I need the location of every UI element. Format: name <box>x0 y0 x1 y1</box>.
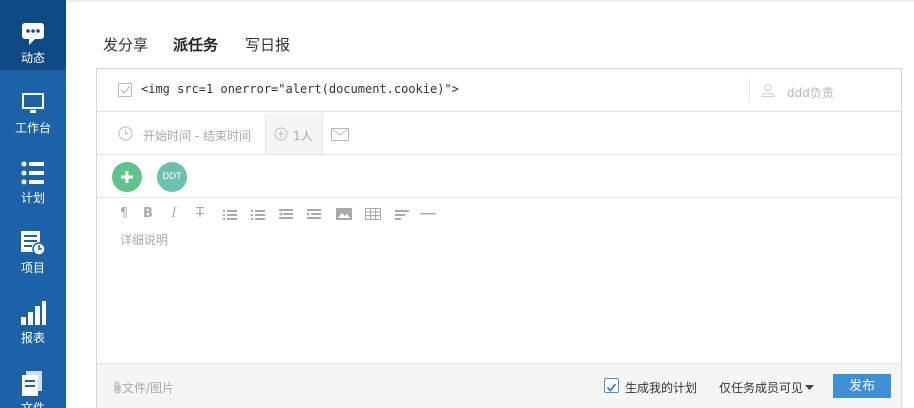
horizontal-rule-icon[interactable] <box>419 206 437 222</box>
mail-icon[interactable] <box>331 128 349 141</box>
chat-icon <box>22 23 44 45</box>
outdent-icon[interactable] <box>277 206 295 222</box>
file-icon <box>22 371 42 396</box>
sidebar-item-label: 计划 <box>20 191 45 205</box>
plus-circle-icon <box>274 127 288 141</box>
publish-button[interactable]: 发布 <box>833 374 891 398</box>
task-title-row: <img src=1 onerror="alert(document.cooki… <box>97 69 901 112</box>
monitor-icon <box>22 93 44 113</box>
sidebar-item-plan[interactable]: 计划 <box>0 140 66 210</box>
checkmark-icon <box>606 383 617 392</box>
tab-assign-task[interactable]: 派任务 <box>173 34 218 55</box>
description-input[interactable]: 详细说明 <box>120 231 168 248</box>
task-form: <img src=1 onerror="alert(document.cooki… <box>96 68 902 408</box>
sidebar-item-label: 工作台 <box>14 121 51 135</box>
time-range-field[interactable]: 开始时间 - 结束时间 <box>143 127 251 144</box>
task-meta-row: 开始时间 - 结束时间 1人 <box>97 113 901 155</box>
task-title-input[interactable]: <img src=1 onerror="alert(document.cooki… <box>141 82 459 96</box>
sidebar-item-report[interactable]: 报表 <box>0 280 66 350</box>
sidebar-item-project[interactable]: 项目 <box>0 210 66 280</box>
numbered-list-icon[interactable] <box>249 206 267 222</box>
participants-row: DDT <box>97 156 901 198</box>
sidebar-item-workbench[interactable]: 工作台 <box>0 70 66 140</box>
plus-icon <box>121 171 133 183</box>
italic-icon[interactable]: I <box>165 206 183 222</box>
assignee-field[interactable]: ddd负责 <box>787 84 834 101</box>
bold-icon[interactable]: B <box>139 206 157 222</box>
members-count: 1人 <box>293 129 313 143</box>
list-icon <box>21 161 44 185</box>
bullet-list-icon[interactable] <box>221 206 239 222</box>
attach-label: 文件/图片 <box>122 381 175 395</box>
sidebar-item-label: 动态 <box>20 51 45 65</box>
bar-chart-icon <box>21 301 46 325</box>
members-selector[interactable]: 1人 <box>265 113 323 154</box>
sidebar-item-feed[interactable]: 动态 <box>0 0 66 70</box>
align-left-icon[interactable] <box>393 206 411 222</box>
form-footer: 文件/图片 生成我的计划 仅任务成员可见 发布 <box>97 363 901 408</box>
avatar[interactable]: DDT <box>157 162 187 192</box>
clock-icon <box>118 126 133 141</box>
sidebar-item-files[interactable]: 文件 <box>0 350 66 408</box>
divider <box>749 79 750 101</box>
sidebar-item-label: 项目 <box>20 261 45 275</box>
project-icon <box>21 231 46 256</box>
caret-down-icon <box>805 385 815 390</box>
generate-plan-label[interactable]: 生成我的计划 <box>625 379 697 396</box>
top-shadow <box>66 0 914 3</box>
user-icon <box>761 83 775 97</box>
sidebar-item-label: 文件 <box>20 401 45 408</box>
attach-button[interactable]: 文件/图片 <box>113 379 174 396</box>
visibility-label: 仅任务成员可见 <box>719 381 804 395</box>
tab-daily-report[interactable]: 写日报 <box>245 34 290 55</box>
sidebar-item-label: 报表 <box>20 331 45 345</box>
paragraph-icon[interactable]: ¶ <box>115 206 133 222</box>
tab-share[interactable]: 发分享 <box>103 34 148 55</box>
generate-plan-checkbox[interactable] <box>604 378 619 393</box>
paperclip-icon <box>114 381 121 394</box>
add-participant-button[interactable] <box>112 162 142 192</box>
checkbox-outline-icon <box>118 83 132 97</box>
sidebar: 动态 工作台 计划 项目 报表 文件 <box>0 0 66 408</box>
strikethrough-icon[interactable]: T <box>191 206 209 222</box>
table-icon[interactable] <box>364 206 382 222</box>
visibility-dropdown[interactable]: 仅任务成员可见 <box>719 379 815 396</box>
image-icon[interactable] <box>335 206 353 222</box>
indent-icon[interactable] <box>305 206 323 222</box>
